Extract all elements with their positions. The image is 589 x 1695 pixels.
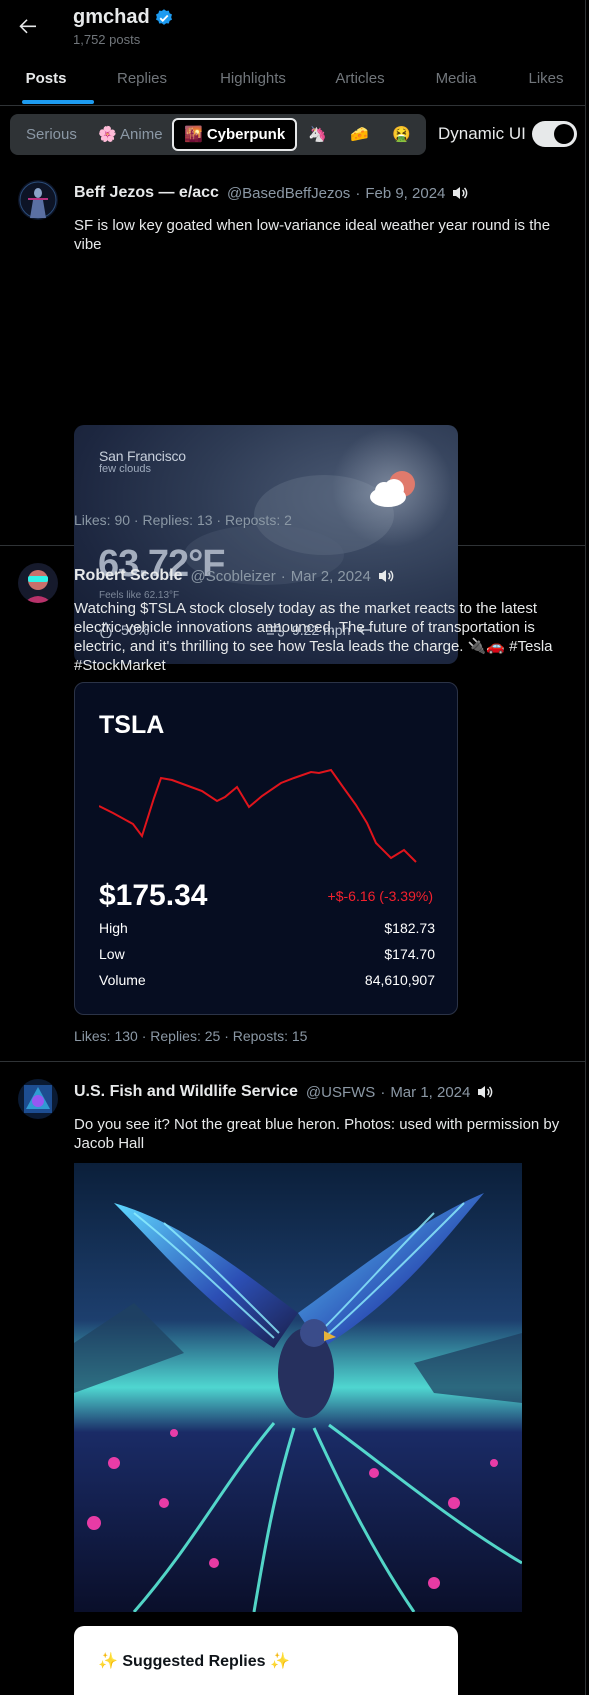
tab-replies[interactable]: Replies xyxy=(92,58,192,106)
tab-highlights[interactable]: Highlights xyxy=(192,58,314,106)
post-stats: Likes: 130 · Replies: 25 · Reposts: 15 xyxy=(74,1028,308,1044)
post-image-eagle[interactable] xyxy=(74,1163,522,1612)
stock-high-value: $182.73 xyxy=(384,920,435,936)
suggested-replies-card[interactable]: ✨ Suggested Replies ✨ xyxy=(74,1626,458,1695)
author-handle[interactable]: @USFWS xyxy=(306,1084,375,1101)
post-count: 1,752 posts xyxy=(73,32,141,47)
stock-price: $175.34 xyxy=(99,879,208,912)
stock-low-value: $174.70 xyxy=(384,946,435,962)
verified-badge-icon xyxy=(155,8,172,25)
theme-unicorn[interactable]: 🦄 xyxy=(308,118,327,151)
tab-articles[interactable]: Articles xyxy=(314,58,406,106)
profile-name: gmchad xyxy=(73,6,174,29)
post-beff-jezos[interactable]: Beff Jezos — e/acc @BasedBeffJezos · Feb… xyxy=(0,163,585,664)
theme-anime[interactable]: 🌸 Anime xyxy=(98,118,163,151)
author-name[interactable]: U.S. Fish and Wildlife Service xyxy=(74,1083,298,1101)
price-line xyxy=(99,768,417,863)
stock-price-chart xyxy=(99,768,417,863)
tab-highlights-label: Highlights xyxy=(220,70,286,87)
dynamic-ui-label: Dynamic UI xyxy=(438,124,526,143)
tab-replies-label: Replies xyxy=(116,70,168,87)
neon-eagle-illustration xyxy=(74,1163,522,1612)
theme-sick[interactable]: 🤮 xyxy=(392,118,411,151)
tab-posts-label: Posts xyxy=(25,70,67,87)
stock-volume-value: 84,610,907 xyxy=(364,972,435,988)
tab-media-label: Media xyxy=(435,70,477,87)
post-date[interactable]: Feb 9, 2024 xyxy=(365,185,445,202)
separator-dot: · xyxy=(380,1083,386,1101)
profile-name-text: gmchad xyxy=(73,6,150,28)
stock-volume-row: Volume 84,610,907 xyxy=(99,972,435,988)
post-text: SF is low key goated when low-variance i… xyxy=(74,217,551,253)
separator-dot: · xyxy=(280,567,286,585)
weather-description: few clouds xyxy=(99,463,151,475)
stock-ticker: TSLA xyxy=(99,711,165,739)
suggested-replies-title: ✨ Suggested Replies ✨ xyxy=(98,1653,290,1670)
author-handle[interactable]: @BasedBeffJezos xyxy=(227,185,350,202)
post-date[interactable]: Mar 1, 2024 xyxy=(390,1084,470,1101)
tab-media[interactable]: Media xyxy=(406,58,506,106)
speaker-icon[interactable] xyxy=(451,185,469,201)
separator-dot: · xyxy=(355,184,361,202)
profile-tabs: Posts Replies Highlights Articles Media … xyxy=(0,58,585,106)
stock-low-row: Low $174.70 xyxy=(99,946,435,962)
avatar[interactable] xyxy=(18,1079,58,1119)
weather-city: San Francisco xyxy=(99,448,186,464)
stock-card[interactable]: TSLA $175.34 +$-6.16 (-3.39%) High $182.7… xyxy=(74,682,458,1015)
post-usfws[interactable]: U.S. Fish and Wildlife Service @USFWS · … xyxy=(0,1062,585,1695)
post-stats: Likes: 90 · Replies: 13 · Reposts: 2 xyxy=(74,512,292,528)
theme-cheese[interactable]: 🧀 xyxy=(350,118,369,151)
author-name[interactable]: Beff Jezos — e/acc xyxy=(74,184,219,202)
theme-cyberpunk[interactable]: 🌇 Cyberpunk xyxy=(172,118,298,151)
speaker-icon[interactable] xyxy=(476,1084,494,1100)
tab-likes[interactable]: Likes xyxy=(506,58,585,106)
avatar[interactable] xyxy=(18,180,58,220)
partly-cloudy-icon xyxy=(370,471,415,507)
tab-likes-label: Likes xyxy=(528,70,564,87)
stock-low-label: Low xyxy=(99,946,125,962)
stock-high-label: High xyxy=(99,920,128,936)
post-robert-scoble[interactable]: Robert Scoble @Scobleizer · Mar 2, 2024 … xyxy=(0,546,585,1062)
post-header: Robert Scoble @Scobleizer · Mar 2, 2024 xyxy=(74,567,395,585)
avatar[interactable] xyxy=(18,563,58,603)
post-text: Do you see it? Not the great blue heron.… xyxy=(74,1116,560,1152)
tab-articles-label: Articles xyxy=(335,70,385,87)
profile-header: gmchad 1,752 posts xyxy=(0,0,585,56)
post-header: U.S. Fish and Wildlife Service @USFWS · … xyxy=(74,1083,494,1101)
author-name[interactable]: Robert Scoble xyxy=(74,567,182,585)
post-text: Watching $TSLA stock closely today as th… xyxy=(74,600,553,674)
theme-serious[interactable]: Serious xyxy=(26,118,77,151)
post-date[interactable]: Mar 2, 2024 xyxy=(291,568,371,585)
stock-high-row: High $182.73 xyxy=(99,920,435,936)
tab-posts[interactable]: Posts xyxy=(0,58,94,106)
stock-change: +$-6.16 (-3.39%) xyxy=(327,888,433,904)
active-tab-indicator xyxy=(22,100,94,104)
stock-volume-label: Volume xyxy=(99,972,146,988)
author-handle[interactable]: @Scobleizer xyxy=(190,568,275,585)
theme-selector: Serious 🌸 Anime 🌇 Cyberpunk 🦄 🧀 🤮 xyxy=(10,114,426,155)
post-header: Beff Jezos — e/acc @BasedBeffJezos · Feb… xyxy=(74,184,469,202)
profile-timeline: gmchad 1,752 posts Posts Replies Highlig… xyxy=(0,0,586,1695)
dynamic-ui-toggle[interactable] xyxy=(532,121,577,147)
speaker-icon[interactable] xyxy=(377,568,395,584)
back-arrow-icon[interactable] xyxy=(16,14,40,38)
toggle-knob xyxy=(554,124,574,144)
